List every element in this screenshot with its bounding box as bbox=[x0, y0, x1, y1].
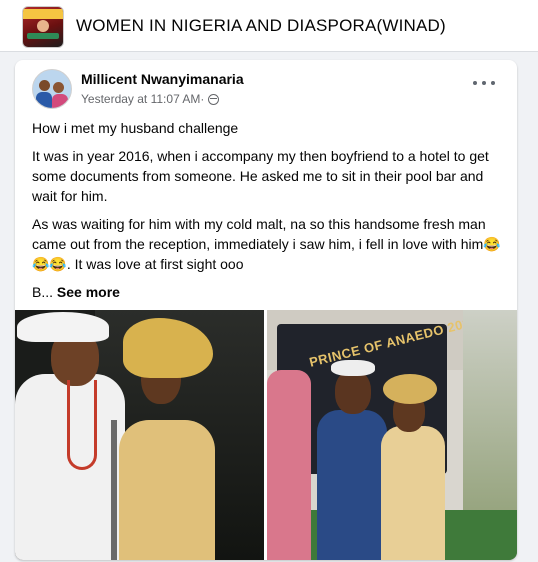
globe-icon[interactable] bbox=[208, 93, 220, 105]
group-logo[interactable] bbox=[22, 6, 64, 48]
post-photo-right[interactable]: PRINCE OF ANAEDO 2020 bbox=[267, 310, 517, 560]
post-card: Millicent Nwanyimanaria Yesterday at 11:… bbox=[15, 60, 517, 560]
truncated-line: B... See more bbox=[32, 282, 507, 302]
post-meta: Yesterday at 11:07 AM · bbox=[81, 92, 220, 106]
post-paragraph: It was in year 2016, when i accompany my… bbox=[32, 148, 489, 204]
group-title[interactable]: WOMEN IN NIGERIA AND DIASPORA(WINAD) bbox=[76, 16, 446, 36]
group-header: WOMEN IN NIGERIA AND DIASPORA(WINAD) bbox=[0, 0, 538, 52]
author-name[interactable]: Millicent Nwanyimanaria bbox=[81, 71, 244, 87]
post-paragraph: As was waiting for him with my cold malt… bbox=[32, 216, 501, 272]
see-more-link[interactable]: See more bbox=[57, 284, 120, 300]
post-paragraph: How i met my husband challenge bbox=[32, 120, 239, 136]
post-body: How i met my husband challenge It was in… bbox=[32, 118, 507, 310]
meta-separator: · bbox=[200, 92, 205, 106]
post-photo-left[interactable] bbox=[15, 310, 264, 560]
more-options-icon[interactable] bbox=[473, 76, 495, 90]
post-timestamp[interactable]: Yesterday at 11:07 AM bbox=[81, 92, 200, 106]
truncated-prefix: B... bbox=[32, 284, 57, 300]
author-avatar[interactable] bbox=[32, 69, 72, 109]
